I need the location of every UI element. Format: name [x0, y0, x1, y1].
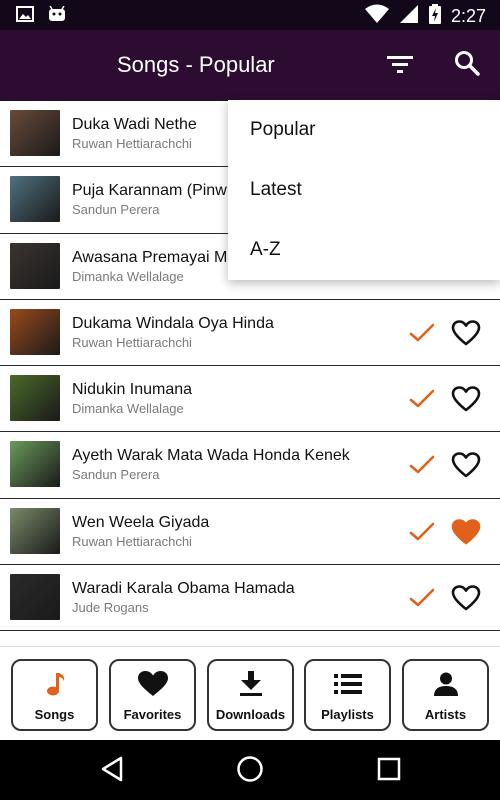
recents-button[interactable] — [374, 756, 404, 786]
song-row[interactable]: Ayeth Warak Mata Wada Honda Kenek Sandun … — [0, 432, 500, 499]
list-icon — [333, 673, 362, 700]
nav-downloads-button[interactable]: Downloads — [207, 659, 294, 731]
system-nav-bar — [0, 740, 500, 800]
favorite-heart-icon[interactable] — [451, 319, 481, 347]
song-artist: Dimanka Wellalage — [72, 268, 184, 284]
android-icon — [48, 5, 66, 27]
song-thumbnail — [10, 176, 60, 223]
nav-favorites-label: Favorites — [123, 707, 182, 722]
status-time: 2:27 — [450, 6, 486, 26]
song-thumbnail — [10, 574, 60, 621]
image-icon — [16, 6, 34, 27]
nav-artists-label: Artists — [424, 707, 467, 722]
nav-songs-label: Songs — [34, 707, 75, 722]
favorite-heart-icon[interactable] — [451, 451, 481, 479]
wifi-icon — [364, 4, 389, 29]
song-thumbnail — [10, 375, 60, 422]
heart-icon — [137, 670, 168, 702]
nav-favorites-button[interactable]: Favorites — [109, 659, 196, 731]
search-icon — [454, 50, 480, 81]
downloaded-check-icon — [408, 319, 436, 347]
filter-icon — [387, 54, 413, 79]
song-artist: Sandun Perera — [72, 467, 160, 483]
favorite-heart-icon[interactable] — [451, 385, 481, 413]
nav-playlists-button[interactable]: Playlists — [304, 659, 391, 731]
battery-charging-icon — [428, 4, 441, 29]
sort-menu: Popular Latest A-Z — [228, 100, 500, 280]
song-title: Nidukin Inumana — [72, 381, 193, 399]
song-artist: Ruwan Hettiarachchi — [72, 533, 192, 549]
song-title: Awasana Premayai M — [72, 248, 228, 266]
music-note-icon — [44, 671, 66, 702]
menu-item-a-z[interactable]: A-Z — [250, 239, 281, 261]
back-button[interactable] — [97, 756, 127, 786]
favorite-heart-icon[interactable] — [451, 584, 481, 612]
song-thumbnail — [10, 242, 60, 289]
song-row[interactable]: Dukama Windala Oya Hinda Ruwan Hettiarach… — [0, 300, 500, 367]
download-icon — [239, 670, 263, 702]
song-thumbnail — [10, 110, 60, 156]
song-thumbnail — [10, 308, 60, 355]
song-artist: Ruwan Hettiarachchi — [72, 334, 192, 350]
filter-button[interactable] — [384, 50, 416, 82]
status-bar: 2:27 — [0, 0, 500, 30]
back-icon — [100, 756, 124, 787]
home-button[interactable] — [235, 755, 265, 788]
app-bar: Songs - Popular — [0, 30, 500, 102]
song-title: Puja Karannam (Pinw — [72, 182, 227, 200]
song-title: Waradi Karala Obama Hamada — [72, 580, 295, 598]
person-icon — [433, 672, 458, 701]
downloaded-check-icon — [408, 451, 436, 479]
song-row[interactable]: Waradi Karala Obama Hamada Jude Rogans — [0, 565, 500, 632]
song-artist: Sandun Perera — [72, 202, 160, 218]
recents-icon — [376, 756, 402, 787]
song-artist: Ruwan Hettiarachchi — [72, 136, 192, 151]
song-title: Wen Weela Giyada — [72, 513, 210, 531]
song-title: Duka Wadi Nethe — [72, 116, 197, 133]
menu-item-popular[interactable]: Popular — [250, 119, 316, 141]
favorite-heart-filled-icon[interactable] — [451, 518, 481, 546]
nav-songs-button[interactable]: Songs — [11, 659, 98, 731]
search-button[interactable] — [450, 48, 484, 82]
song-title: Dukama Windala Oya Hinda — [72, 314, 274, 332]
song-thumbnail — [10, 441, 60, 488]
song-title: Ayeth Warak Mata Wada Honda Kenek — [72, 447, 350, 465]
downloaded-check-icon — [408, 385, 436, 413]
downloaded-check-icon — [408, 584, 436, 612]
song-thumbnail — [10, 507, 60, 554]
nav-downloads-label: Downloads — [215, 707, 286, 722]
home-icon — [236, 755, 264, 788]
cell-signal-icon — [399, 4, 419, 29]
song-artist: Jude Rogans — [72, 600, 149, 616]
nav-playlists-label: Playlists — [321, 707, 374, 722]
downloaded-check-icon — [408, 518, 436, 546]
page-title: Songs - Popular — [117, 52, 275, 77]
song-artist: Dimanka Wellalage — [72, 401, 184, 417]
song-row[interactable]: Wen Weela Giyada Ruwan Hettiarachchi — [0, 499, 500, 566]
bottom-nav: Songs Favorites Downloads Playlists Arti… — [0, 646, 500, 740]
menu-item-latest[interactable]: Latest — [250, 179, 302, 201]
nav-artists-button[interactable]: Artists — [402, 659, 489, 731]
song-row[interactable]: Nidukin Inumana Dimanka Wellalage — [0, 366, 500, 433]
